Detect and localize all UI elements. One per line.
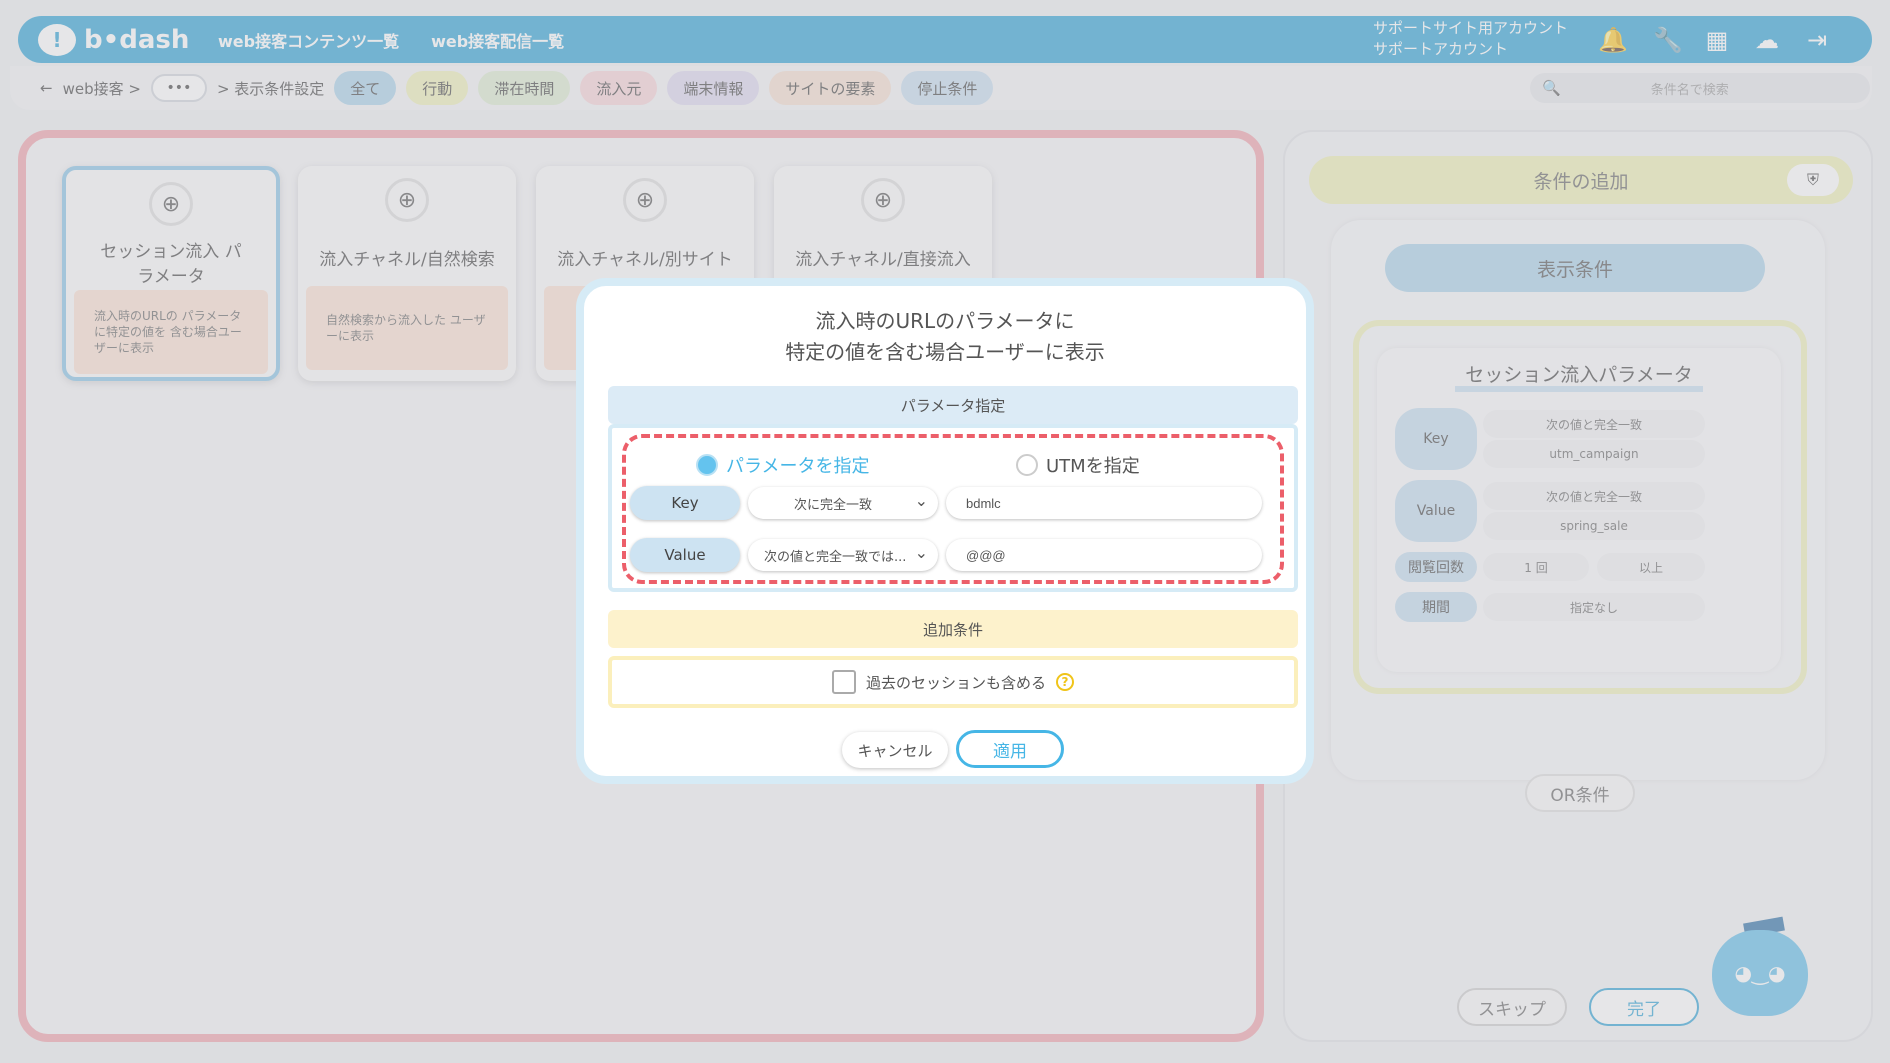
highlight-box: パラメータを指定 UTMを指定 Key 次に完全一致 ⌄ Value 次の値と完… — [622, 434, 1284, 584]
dialog-title: 流入時のURLのパラメータに 特定の値を含む場合ユーザーに表示 — [584, 306, 1306, 368]
radio-parameter[interactable]: パラメータを指定 — [696, 452, 869, 478]
extra-section-header: 追加条件 — [608, 610, 1298, 648]
radio-parameter-label: パラメータを指定 — [726, 456, 870, 477]
key-input[interactable] — [946, 487, 1262, 519]
key-match-select[interactable]: 次に完全一致 ⌄ — [748, 487, 938, 519]
dialog-title-line2: 特定の値を含む場合ユーザーに表示 — [785, 340, 1105, 364]
past-sessions-label: 過去のセッションも含める — [865, 673, 1046, 692]
extra-section: 過去のセッションも含める ? — [608, 656, 1298, 708]
value-input[interactable] — [946, 539, 1262, 571]
apply-button[interactable]: 適用 — [956, 730, 1064, 768]
radio-off-icon — [1016, 454, 1038, 476]
value-match-select[interactable]: 次の値と完全一致では... ⌄ — [748, 539, 938, 571]
key-match-value: 次に完全一致 — [794, 497, 873, 513]
value-label: Value — [630, 538, 740, 572]
help-icon[interactable]: ? — [1056, 673, 1074, 691]
dialog-title-line1: 流入時のURLのパラメータに — [815, 309, 1075, 333]
chevron-down-icon: ⌄ — [914, 491, 928, 510]
value-match-value: 次の値と完全一致では... — [764, 549, 907, 565]
cancel-button[interactable]: キャンセル — [842, 732, 948, 768]
radio-utm-label: UTMを指定 — [1046, 456, 1140, 477]
key-label: Key — [630, 486, 740, 520]
param-section-header: パラメータ指定 — [608, 386, 1298, 424]
past-sessions-checkbox[interactable] — [831, 670, 856, 694]
chevron-down-icon: ⌄ — [914, 543, 928, 562]
radio-utm[interactable]: UTMを指定 — [1016, 452, 1140, 478]
param-dialog: 流入時のURLのパラメータに 特定の値を含む場合ユーザーに表示 パラメータ指定 … — [576, 278, 1314, 784]
param-section: パラメータを指定 UTMを指定 Key 次に完全一致 ⌄ Value 次の値と完… — [608, 424, 1298, 592]
radio-on-icon — [696, 454, 718, 476]
app-root: ! b•dash web接客コンテンツ一覧 web接客配信一覧 サポートサイト用… — [0, 0, 1890, 1063]
